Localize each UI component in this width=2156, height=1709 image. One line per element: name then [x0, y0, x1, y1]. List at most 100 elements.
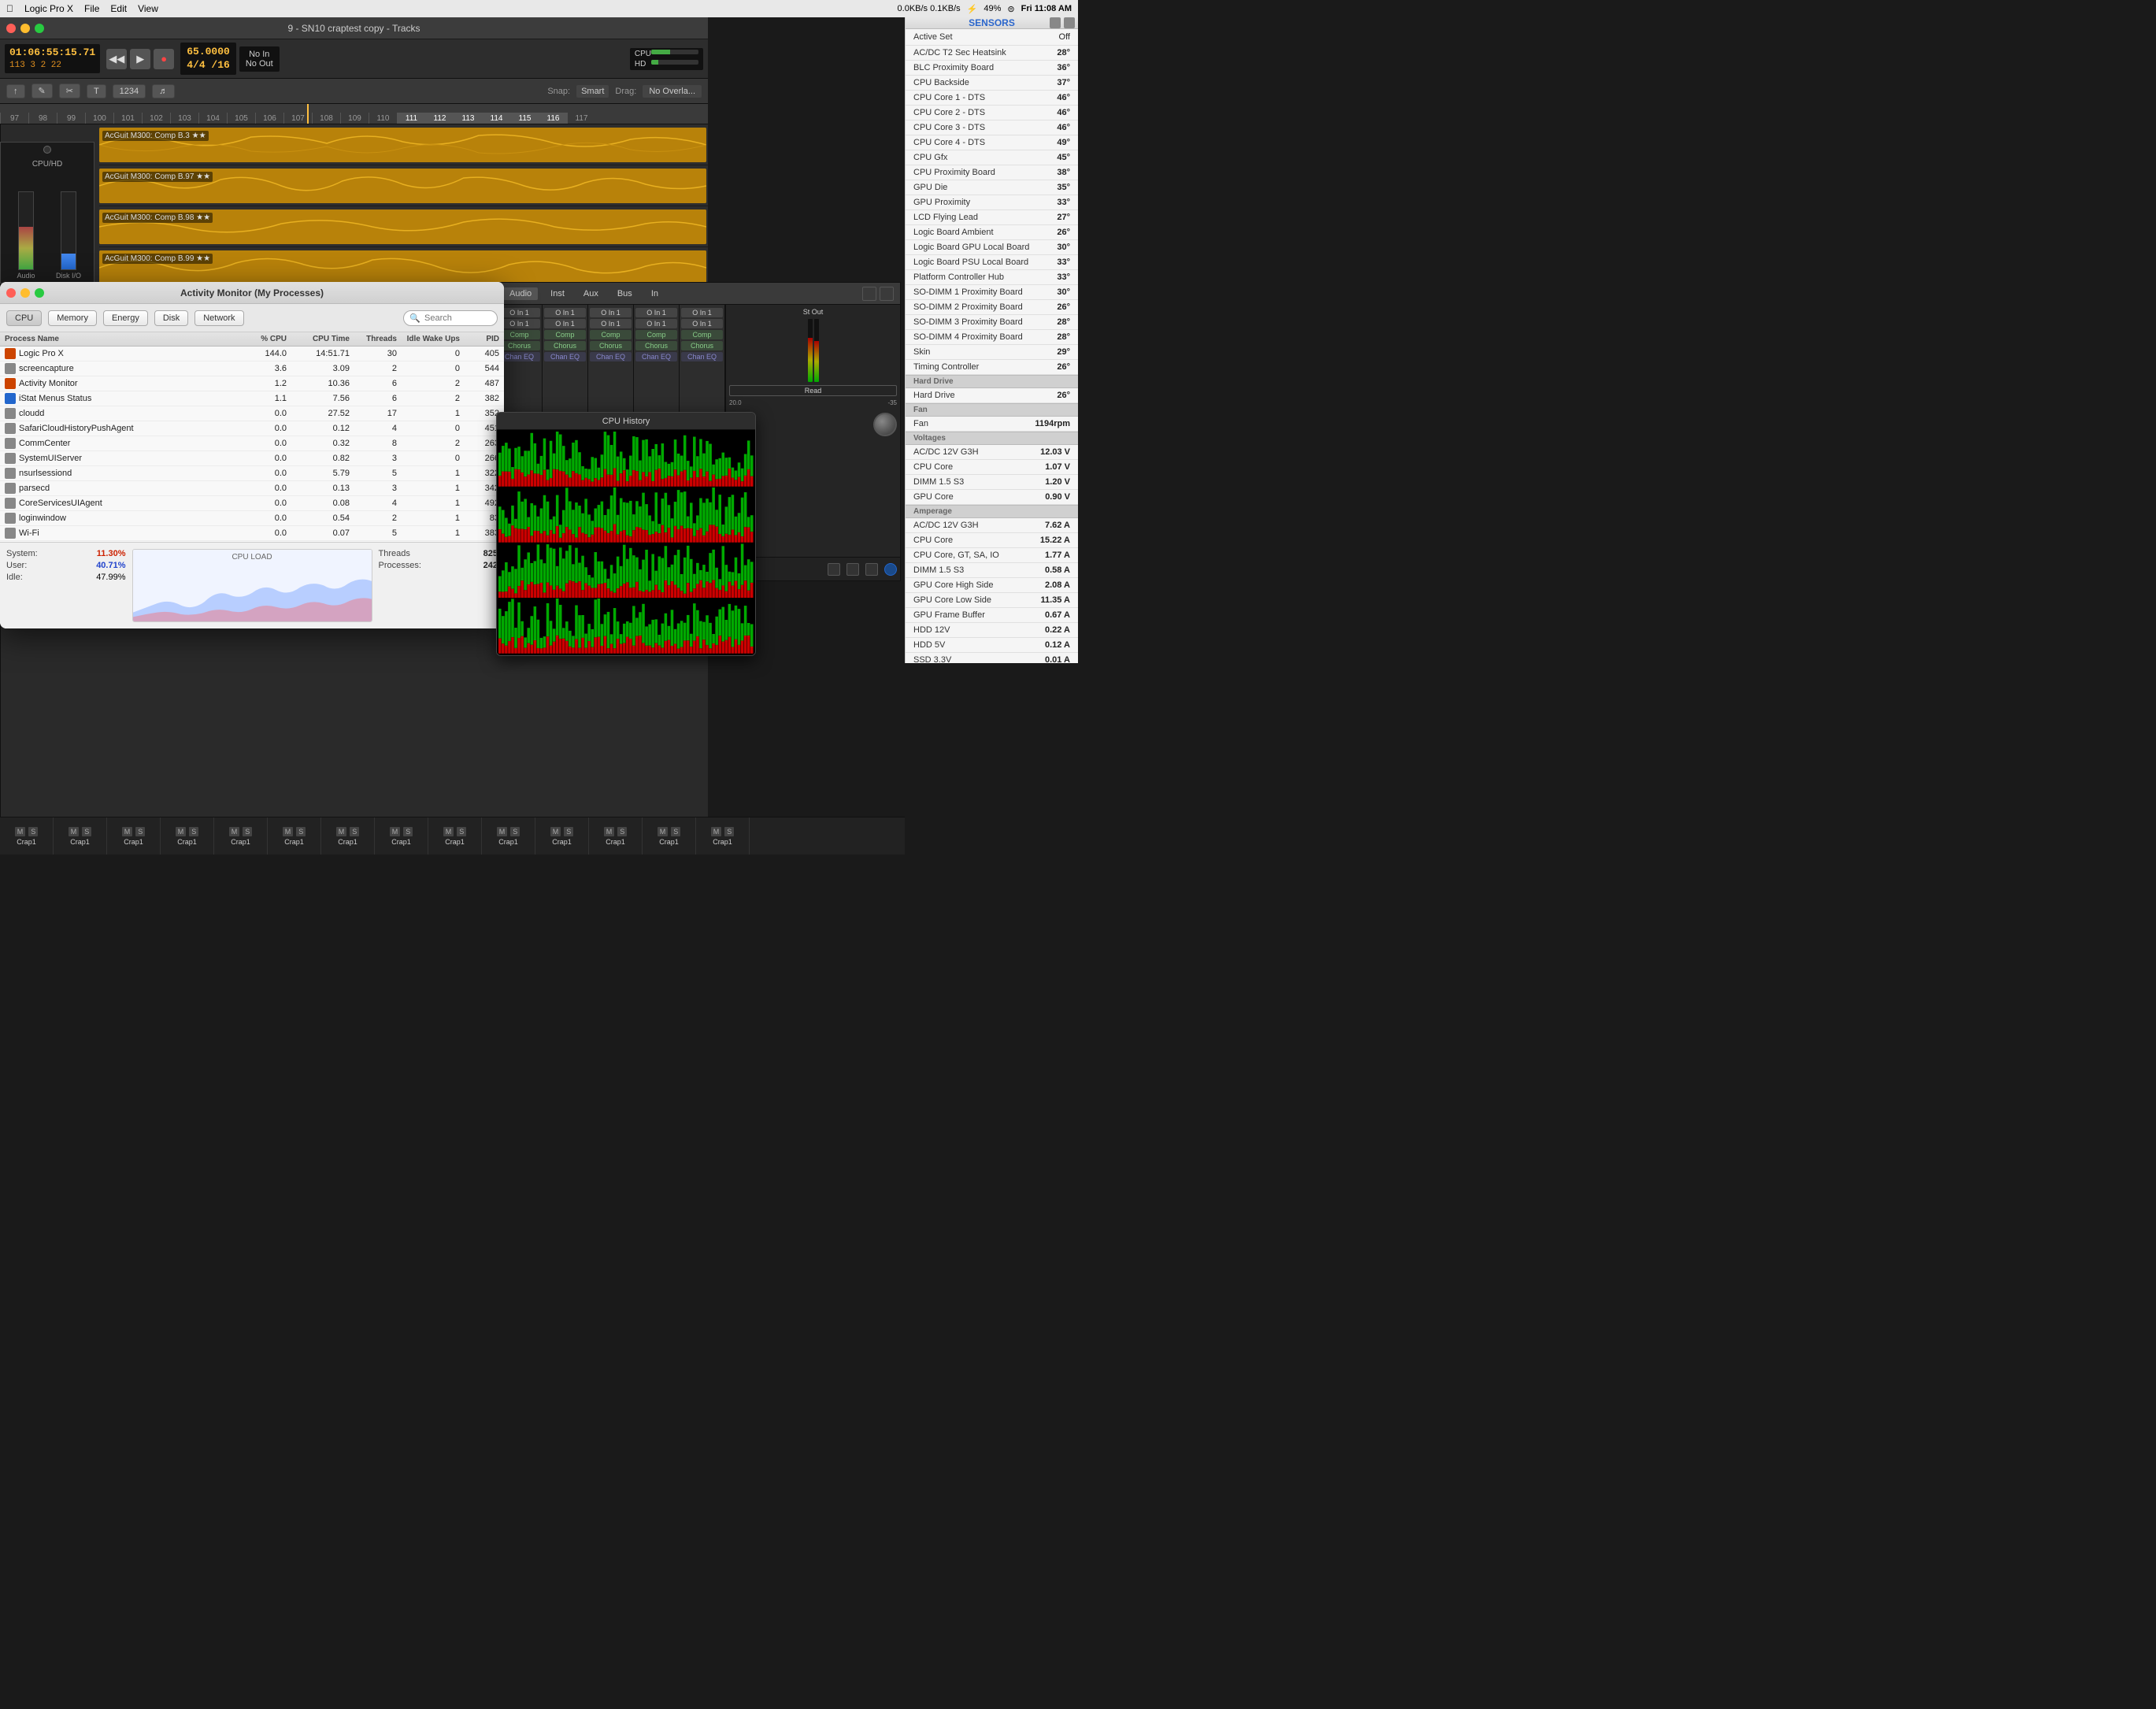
am-tab-cpu[interactable]: CPU	[6, 310, 42, 326]
track-mute-btn-1[interactable]: M	[69, 827, 80, 836]
am-search-input[interactable]	[403, 310, 498, 326]
am-tab-energy[interactable]: Energy	[103, 310, 148, 326]
ch1-io[interactable]: O In 1	[498, 308, 540, 317]
track-solo-btn-5[interactable]: S	[296, 827, 306, 836]
am-process-row-10[interactable]: CoreServicesUIAgent 0.0 0.08 4 1 492	[0, 496, 504, 511]
edit-menu[interactable]: Edit	[110, 3, 127, 14]
ch5-io[interactable]: O In 1	[681, 308, 723, 317]
track-mute-btn-3[interactable]: M	[176, 827, 187, 836]
track-mute-btn-5[interactable]: M	[283, 827, 294, 836]
col-process-name[interactable]: Process Name	[0, 335, 236, 343]
am-process-row-8[interactable]: nsurlsessiond 0.0 5.79 5 1 322	[0, 466, 504, 481]
track-solo-btn-12[interactable]: S	[671, 827, 680, 836]
mixer-view-btn-2[interactable]	[880, 287, 894, 301]
track-mute-btn-10[interactable]: M	[550, 827, 561, 836]
ch5-comp[interactable]: Comp	[681, 330, 723, 339]
play-button[interactable]: ▶	[130, 49, 150, 69]
am-process-row-12[interactable]: Wi-Fi 0.0 0.07 5 1 383	[0, 526, 504, 541]
ch5-chorus[interactable]: Chorus	[681, 341, 723, 350]
am-process-row-7[interactable]: SystemUIServer 0.0 0.82 3 0 266	[0, 451, 504, 466]
ch3-eq[interactable]: Chan EQ	[590, 352, 632, 361]
istat-close-icon[interactable]	[1050, 17, 1061, 28]
ch2-eq[interactable]: Chan EQ	[544, 352, 586, 361]
mixer-icon-1[interactable]	[828, 563, 840, 576]
drag-value[interactable]: No Overla...	[643, 85, 702, 98]
mixer-tab-audio[interactable]: Audio	[503, 287, 538, 300]
ch3-comp[interactable]: Comp	[590, 330, 632, 339]
am-close-button[interactable]	[6, 288, 16, 298]
am-process-row-11[interactable]: loginwindow 0.0 0.54 2 1 83	[0, 511, 504, 526]
track-mute-btn-11[interactable]: M	[604, 827, 615, 836]
col-cpu[interactable]: % CPU	[236, 335, 291, 343]
waveform-4[interactable]: AcGuit M300: Comp B.99 ★★	[99, 250, 706, 285]
track-solo-btn-2[interactable]: S	[135, 827, 145, 836]
col-cpu-time[interactable]: CPU Time	[291, 335, 354, 343]
mixer-tab-inst[interactable]: Inst	[544, 287, 571, 300]
track-solo-btn-13[interactable]: S	[724, 827, 734, 836]
mixer-tab-bus[interactable]: Bus	[611, 287, 639, 300]
am-process-row-3[interactable]: iStat Menus Status 1.1 7.56 6 2 382	[0, 391, 504, 406]
maximize-button[interactable]	[35, 24, 44, 33]
minimize-button[interactable]	[20, 24, 30, 33]
pencil-tool[interactable]: ✎	[31, 83, 53, 98]
ch4-chorus[interactable]: Chorus	[635, 341, 677, 350]
mixer-view-btn-1[interactable]	[862, 287, 876, 301]
col-pid[interactable]: PID	[465, 335, 504, 343]
am-process-row-9[interactable]: parsecd 0.0 0.13 3 1 342	[0, 481, 504, 496]
track-solo-btn-7[interactable]: S	[403, 827, 413, 836]
track-solo-btn-6[interactable]: S	[350, 827, 359, 836]
number-tool[interactable]: 1234	[113, 84, 146, 98]
am-maximize-button[interactable]	[35, 288, 44, 298]
track-solo-btn-1[interactable]: S	[82, 827, 91, 836]
playhead[interactable]	[307, 104, 309, 124]
am-process-row-4[interactable]: cloudd 0.0 27.52 17 1 352	[0, 406, 504, 421]
track-solo-btn-0[interactable]: S	[28, 827, 38, 836]
col-threads[interactable]: Threads	[354, 335, 402, 343]
mixer-tab-aux[interactable]: Aux	[577, 287, 605, 300]
ch5-eq[interactable]: Chan EQ	[681, 352, 723, 361]
track-solo-btn-11[interactable]: S	[617, 827, 627, 836]
ch2-comp[interactable]: Comp	[544, 330, 586, 339]
apple-menu[interactable]: 	[6, 3, 13, 14]
track-mute-btn-7[interactable]: M	[390, 827, 401, 836]
waveform-3[interactable]: AcGuit M300: Comp B.98 ★★	[99, 209, 706, 244]
read-button[interactable]: Read	[729, 385, 897, 396]
track-mute-btn-8[interactable]: M	[443, 827, 454, 836]
rewind-button[interactable]: ◀◀	[106, 49, 127, 69]
ch3-io2[interactable]: O In 1	[590, 319, 632, 328]
istat-expand-icon[interactable]	[1064, 17, 1075, 28]
am-tab-network[interactable]: Network	[194, 310, 243, 326]
track-solo-btn-4[interactable]: S	[243, 827, 252, 836]
ch2-io[interactable]: O In 1	[544, 308, 586, 317]
ch4-eq[interactable]: Chan EQ	[635, 352, 677, 361]
col-idle[interactable]: Idle Wake Ups	[402, 335, 465, 343]
track-mute-btn-2[interactable]: M	[122, 827, 133, 836]
track-mute-btn-9[interactable]: M	[497, 827, 508, 836]
track-mute-btn-0[interactable]: M	[15, 827, 26, 836]
scissors-tool[interactable]: ✂	[59, 83, 80, 98]
mixer-icon-3[interactable]	[865, 563, 878, 576]
view-menu[interactable]: View	[138, 3, 158, 14]
snap-value[interactable]: Smart	[576, 85, 609, 98]
close-button[interactable]	[6, 24, 16, 33]
ch4-comp[interactable]: Comp	[635, 330, 677, 339]
ch4-io[interactable]: O In 1	[635, 308, 677, 317]
am-process-row-2[interactable]: Activity Monitor 1.2 10.36 6 2 487	[0, 376, 504, 391]
ch2-chorus[interactable]: Chorus	[544, 341, 586, 350]
ch5-io2[interactable]: O In 1	[681, 319, 723, 328]
mixer-icon-2[interactable]	[846, 563, 859, 576]
pointer-tool[interactable]: ↑	[6, 84, 25, 98]
track-solo-btn-8[interactable]: S	[457, 827, 466, 836]
file-menu[interactable]: File	[84, 3, 99, 14]
am-process-row-1[interactable]: screencapture 3.6 3.09 2 0 544	[0, 361, 504, 376]
am-tab-disk[interactable]: Disk	[154, 310, 188, 326]
track-solo-btn-9[interactable]: S	[510, 827, 520, 836]
ch4-io2[interactable]: O In 1	[635, 319, 677, 328]
trim-tool[interactable]: T	[87, 84, 106, 98]
waveform-2[interactable]: AcGuit M300: Comp B.97 ★★	[99, 169, 706, 203]
ch1-comp[interactable]: Comp	[498, 330, 540, 339]
ch3-chorus[interactable]: Chorus	[590, 341, 632, 350]
mixer-tab-in[interactable]: In	[645, 287, 665, 300]
track-mute-btn-4[interactable]: M	[229, 827, 240, 836]
track-mute-btn-12[interactable]: M	[658, 827, 669, 836]
